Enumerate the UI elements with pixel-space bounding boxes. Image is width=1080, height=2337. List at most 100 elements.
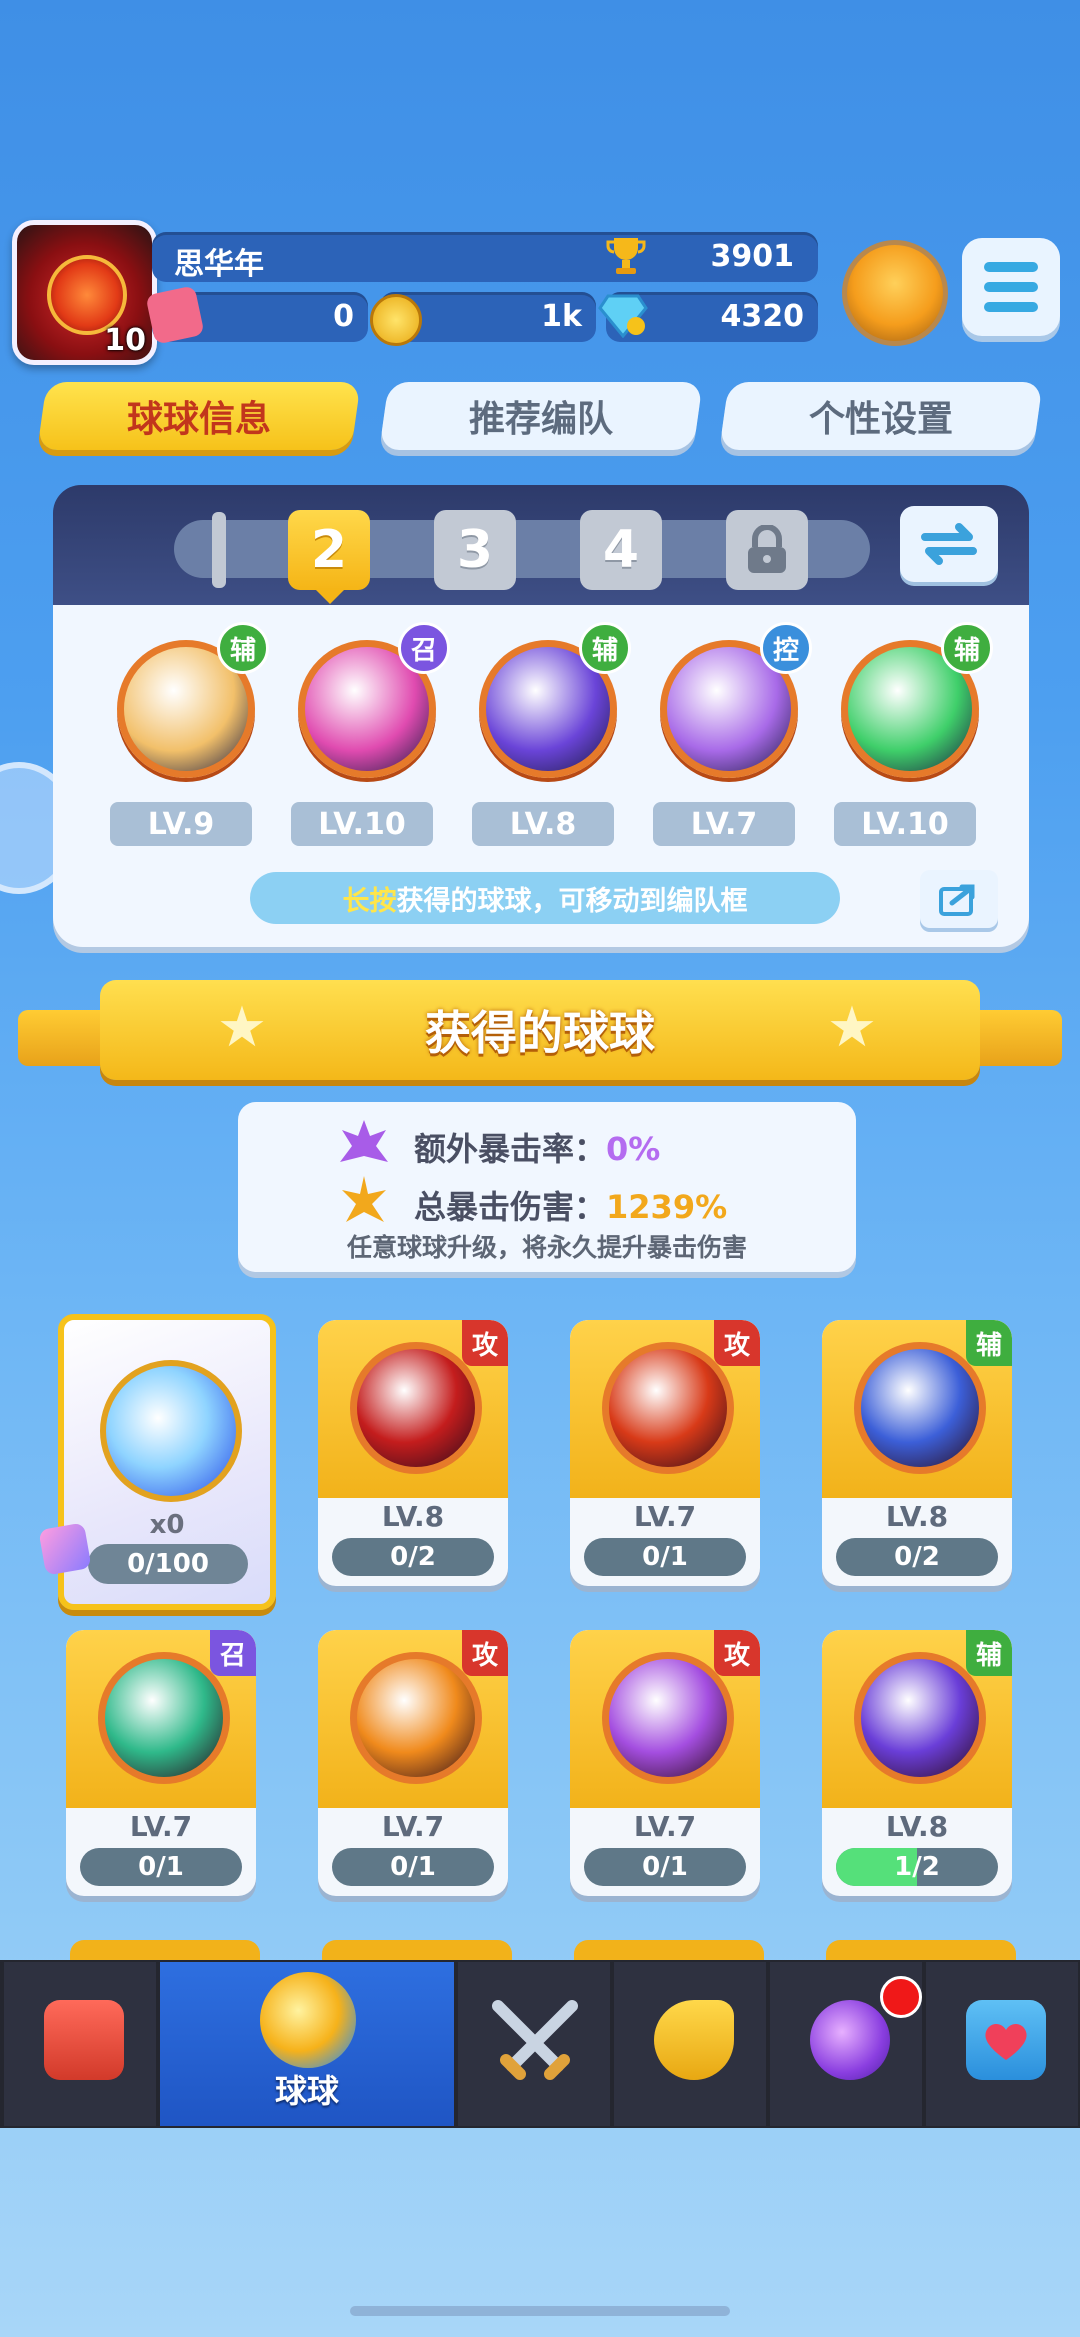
- nav-social[interactable]: [926, 1962, 1078, 2126]
- planet-icon: [810, 2000, 890, 2080]
- rank-badge-icon[interactable]: [842, 240, 948, 346]
- total-crit-damage: 总暴击伤害：1239%: [414, 1182, 727, 1228]
- team-ball-type-badge: 控: [760, 622, 812, 674]
- team-slot-4[interactable]: 4: [580, 510, 662, 590]
- team-ball-level: LV.7: [653, 802, 795, 846]
- ball-card[interactable]: 攻 LV.7 0/1: [570, 1630, 760, 1896]
- menu-icon-line: [984, 302, 1038, 312]
- long-press-hint: 长按 获得的球球，可移动到编队框: [250, 872, 840, 924]
- mystery-ball-icon: [100, 1360, 242, 1502]
- nav-balls[interactable]: 球球: [160, 1962, 454, 2126]
- share-icon: [939, 884, 975, 916]
- upgrade-progress-text: 0/2: [894, 1542, 940, 1572]
- team-ball-type-badge: 辅: [941, 622, 993, 674]
- upgrade-progress-bar: 0/2: [836, 1538, 998, 1576]
- nav-whistle[interactable]: [614, 1962, 766, 2126]
- ball-type-badge: 辅: [966, 1320, 1012, 1366]
- ticket-add-icon[interactable]: [145, 285, 205, 345]
- lock-icon: [748, 525, 786, 573]
- selected-slot-pointer: [314, 588, 346, 604]
- special-ball-card[interactable]: x0 0/100: [38, 1314, 276, 1610]
- extra-crit-rate-value: 0%: [606, 1130, 661, 1168]
- shop-icon: [44, 2000, 124, 2080]
- upgrade-progress-bar: 0/1: [584, 1848, 746, 1886]
- special-card-count: x0: [149, 1510, 185, 1540]
- menu-button[interactable]: [962, 238, 1060, 336]
- ball-type-badge: 攻: [714, 1320, 760, 1366]
- ball-type-badge: 攻: [462, 1630, 508, 1676]
- upgrade-progress-text: 0/2: [390, 1542, 436, 1572]
- team-ball-type-badge: 辅: [217, 622, 269, 674]
- gem-add-icon[interactable]: [598, 292, 648, 339]
- special-card-progress: 0/100: [88, 1544, 248, 1584]
- ball-icon: [854, 1652, 986, 1784]
- ball-level: LV.8: [885, 1810, 949, 1843]
- crit-stats-box: 额外暴击率：0% 总暴击伤害：1239% 任意球球升级，将永久提升暴击伤害: [238, 1102, 856, 1272]
- upgrade-progress-bar: 0/1: [80, 1848, 242, 1886]
- upgrade-progress-bar: 0/2: [332, 1538, 494, 1576]
- ball-type-badge: 攻: [714, 1630, 760, 1676]
- player-level: 10: [104, 323, 146, 358]
- tab-recommended-team[interactable]: 推荐编队: [379, 382, 703, 450]
- heart-message-icon: [966, 2000, 1046, 2080]
- ball-level: LV.7: [381, 1810, 445, 1843]
- ball-type-badge: 召: [210, 1630, 256, 1676]
- gold-bar: 1k: [370, 292, 596, 346]
- menu-icon: [984, 262, 1038, 272]
- ball-icon: [602, 1342, 734, 1474]
- ball-icon: [854, 1342, 986, 1474]
- ball-card[interactable]: 辅 LV.8 0/2: [822, 1320, 1012, 1586]
- card-peek: [574, 1940, 764, 1960]
- card-peek: [70, 1940, 260, 1960]
- player-avatar[interactable]: 10: [12, 220, 157, 365]
- ball-level: LV.8: [381, 1500, 445, 1533]
- nav-shop[interactable]: [4, 1962, 156, 2126]
- upgrade-progress-bar: 0/1: [584, 1538, 746, 1576]
- nav-battle[interactable]: [458, 1962, 610, 2126]
- ball-card[interactable]: 召 LV.7 0/1: [66, 1630, 256, 1896]
- puzzle-piece-icon: [38, 1522, 92, 1576]
- team-slot-2[interactable]: 2: [288, 510, 370, 590]
- tab-ball-info[interactable]: 球球信息: [37, 382, 361, 450]
- ball-type-badge: 辅: [966, 1630, 1012, 1676]
- extra-crit-rate: 额外暴击率：0%: [414, 1124, 660, 1170]
- team-ball-level: LV.10: [834, 802, 976, 846]
- ball-card[interactable]: 攻 LV.8 0/2: [318, 1320, 508, 1586]
- hint-text: 获得的球球，可移动到编队框: [396, 885, 748, 917]
- team-ball-level: LV.10: [291, 802, 433, 846]
- team-ball-level: LV.9: [110, 802, 252, 846]
- team-ball-type-badge: 辅: [579, 622, 631, 674]
- menu-icon-line: [984, 282, 1038, 292]
- swap-arrows-icon: [921, 523, 977, 565]
- team-ball-type-badge: 召: [398, 622, 450, 674]
- crit-damage-icon: [338, 1174, 390, 1226]
- ball-card[interactable]: 攻 LV.7 0/1: [318, 1630, 508, 1896]
- total-crit-damage-label: 总暴击伤害：: [414, 1188, 607, 1226]
- swap-team-button[interactable]: [900, 506, 998, 582]
- card-peek: [322, 1940, 512, 1960]
- ball-icon: [602, 1652, 734, 1784]
- crit-note: 任意球球升级，将永久提升暴击伤害: [346, 1233, 747, 1262]
- team-slot-1[interactable]: [212, 512, 226, 588]
- card-peek: [826, 1940, 1016, 1960]
- ball-level: LV.7: [633, 1500, 697, 1533]
- trophy-count: 3901: [710, 239, 795, 274]
- ball-type-badge: 攻: [462, 1320, 508, 1366]
- ticket-bar: 0: [145, 285, 368, 345]
- ball-icon: [98, 1652, 230, 1784]
- tab-personal-settings[interactable]: 个性设置: [719, 382, 1043, 450]
- tab-label: 球球信息: [126, 399, 271, 440]
- gem-count: 4320: [720, 299, 805, 334]
- ball-level: LV.7: [633, 1810, 697, 1843]
- team-slot-3[interactable]: 3: [434, 510, 516, 590]
- upgrade-progress-text: 0/1: [138, 1852, 184, 1882]
- gold-add-icon[interactable]: [370, 294, 422, 346]
- team-slot-locked[interactable]: [726, 510, 808, 590]
- ball-card[interactable]: 辅 LV.8 1/2: [822, 1630, 1012, 1896]
- share-team-button[interactable]: [920, 870, 998, 928]
- crossed-swords-icon: [492, 2000, 578, 2080]
- trophy-icon: [604, 234, 648, 278]
- ball-card[interactable]: 攻 LV.7 0/1: [570, 1320, 760, 1586]
- gem-bar: 4320: [598, 292, 818, 342]
- upgrade-progress-bar: 0/1: [332, 1848, 494, 1886]
